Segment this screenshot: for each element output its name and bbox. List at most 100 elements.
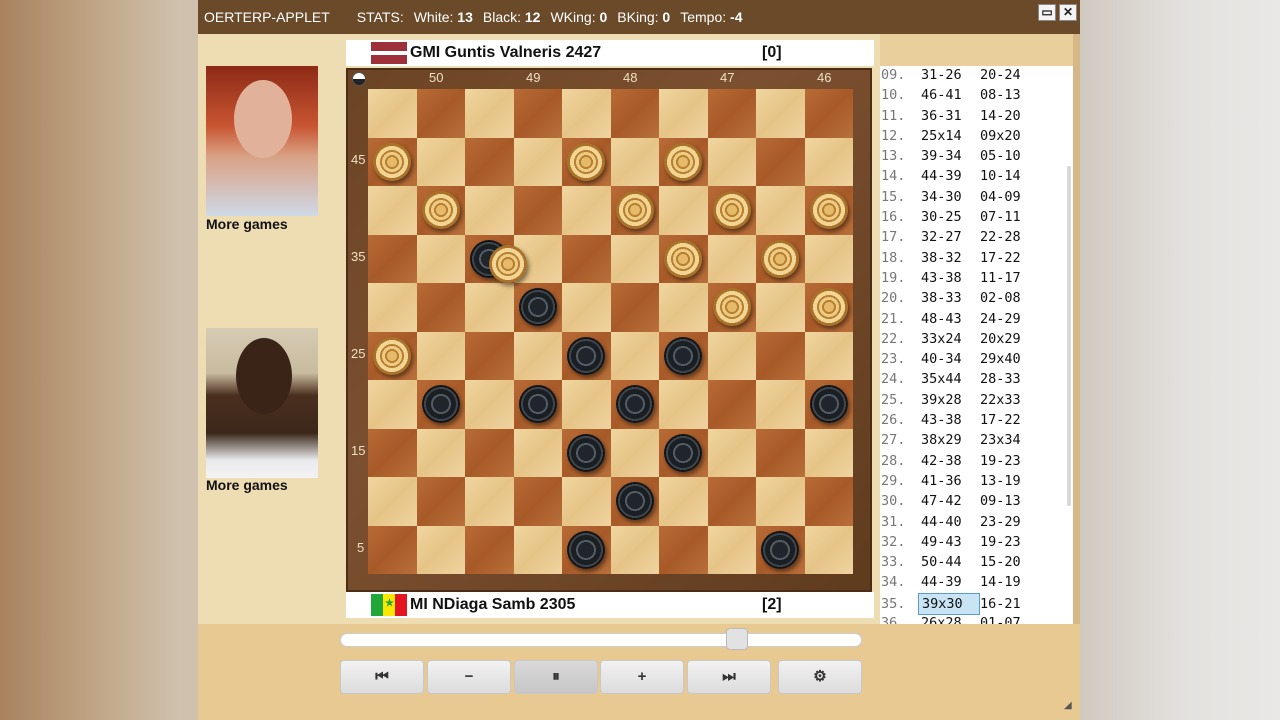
white-move[interactable]: 42-38 [918,451,980,471]
board-square[interactable] [513,89,562,138]
black-move[interactable]: 11-17 [980,268,1021,288]
settings-button[interactable]: ⚙ [778,660,862,694]
board-square[interactable] [707,380,756,429]
next-move-button[interactable]: + [600,660,684,694]
board-square[interactable] [756,428,805,477]
black-checker-piece[interactable] [567,530,605,569]
move-row[interactable]: 20. 38-33 02-08 [880,288,1060,308]
move-row[interactable]: 21. 48-43 24-29 [880,309,1060,329]
white-move[interactable]: 44-39 [918,166,980,186]
board-square[interactable] [513,380,562,429]
move-row[interactable]: 29. 41-36 13-19 [880,471,1060,491]
board-square[interactable] [416,380,465,429]
white-checker-piece[interactable] [664,239,702,278]
white-checker-piece[interactable] [373,142,411,181]
move-slider-thumb[interactable] [725,628,748,650]
move-row[interactable]: 24. 35x44 28-33 [880,369,1060,389]
white-move[interactable]: 31-26 [918,66,980,85]
board-orientation-icon[interactable] [352,72,366,86]
black-checker-piece[interactable] [518,385,557,423]
move-row[interactable]: 33. 50-44 15-20 [880,552,1060,572]
board-square[interactable] [513,283,562,332]
resize-grip-icon[interactable]: ◢ [1064,700,1072,711]
move-row[interactable]: 26. 43-38 17-22 [880,410,1060,430]
board-square[interactable] [513,186,562,235]
white-checker-piece[interactable] [421,191,460,229]
board-square[interactable] [513,477,562,526]
white-checker-piece[interactable] [712,191,751,229]
board-square[interactable] [562,331,611,380]
black-move[interactable]: 24-29 [980,309,1021,329]
white-move[interactable]: 34-30 [918,187,980,207]
white-move[interactable]: 39-34 [918,146,980,166]
board-square[interactable] [368,331,417,380]
white-checker-piece[interactable] [567,142,605,181]
black-move[interactable]: 20x29 [980,329,1021,349]
board-square[interactable] [804,477,853,526]
white-move[interactable]: 46-41 [918,85,980,105]
board-square[interactable] [610,380,659,429]
board-square[interactable] [756,137,805,186]
move-row[interactable]: 14. 44-39 10-14 [880,166,1060,186]
move-list[interactable]: 09. 31-26 20-24 10. 46-41 08-13 11. 36-31 14-20 1… [880,66,1073,624]
board-square[interactable] [465,331,514,380]
white-move[interactable]: 33x24 [918,329,980,349]
white-move[interactable]: 39x28 [918,390,980,410]
board-square[interactable] [659,331,708,380]
board-square[interactable] [756,331,805,380]
board-square[interactable] [416,283,465,332]
white-move[interactable]: 32-27 [918,227,980,247]
white-move[interactable]: 36-31 [918,106,980,126]
board-square[interactable] [804,89,853,138]
board-square[interactable] [368,428,417,477]
black-checker-piece[interactable] [615,482,654,520]
bottom-player-more-games-link[interactable]: More games [206,477,288,493]
black-move[interactable]: 09-13 [980,491,1021,511]
white-move[interactable]: 43-38 [918,268,980,288]
board-square[interactable] [562,137,611,186]
white-checker-piece[interactable] [809,191,848,229]
white-move[interactable]: 30-25 [918,207,980,227]
move-row[interactable]: 19. 43-38 11-17 [880,268,1060,288]
board-square[interactable] [465,234,527,283]
move-row[interactable]: 09. 31-26 20-24 [880,66,1060,85]
black-move[interactable]: 17-22 [980,248,1021,268]
white-checker-piece[interactable] [615,191,654,229]
board-square[interactable] [707,477,756,526]
white-move[interactable]: 38x29 [918,430,980,450]
black-move[interactable]: 23-29 [980,512,1021,532]
black-move[interactable]: 04-09 [980,187,1021,207]
move-slider[interactable] [340,633,862,647]
first-move-button[interactable]: ⏮ [340,660,424,694]
black-move[interactable]: 02-08 [980,288,1021,308]
board-square[interactable] [368,234,417,283]
white-move[interactable]: 26x28 [918,613,980,624]
black-move[interactable]: 23x34 [980,430,1021,450]
black-checker-piece[interactable] [761,530,799,569]
black-move[interactable]: 08-13 [980,85,1021,105]
black-move[interactable]: 19-23 [980,451,1021,471]
black-move[interactable]: 15-20 [980,552,1021,572]
black-move[interactable]: 14-19 [980,572,1021,592]
black-checker-piece[interactable] [518,288,557,326]
move-list-scrollbar[interactable] [1067,166,1071,506]
restore-window-icon[interactable]: ▭ [1038,4,1056,21]
board-square[interactable] [707,89,756,138]
white-move[interactable]: 35x44 [918,369,980,389]
top-player-more-games-link[interactable]: More games [206,216,288,232]
white-move[interactable]: 38-33 [918,288,980,308]
move-row[interactable]: 10. 46-41 08-13 [880,85,1060,105]
move-row[interactable]: 27. 38x29 23x34 [880,430,1060,450]
move-row[interactable]: 34. 44-39 14-19 [880,572,1060,592]
close-window-icon[interactable]: ✕ [1059,4,1077,21]
move-row[interactable]: 28. 42-38 19-23 [880,451,1060,471]
black-move[interactable]: 17-22 [980,410,1021,430]
move-row[interactable]: 32. 49-43 19-23 [880,532,1060,552]
black-move[interactable]: 05-10 [980,146,1021,166]
black-move[interactable]: 22x33 [980,390,1021,410]
white-move[interactable]: 44-39 [918,572,980,592]
black-move[interactable]: 19-23 [980,532,1021,552]
black-move[interactable]: 10-14 [980,166,1021,186]
black-move[interactable]: 22-28 [980,227,1021,247]
board-square[interactable] [610,283,659,332]
